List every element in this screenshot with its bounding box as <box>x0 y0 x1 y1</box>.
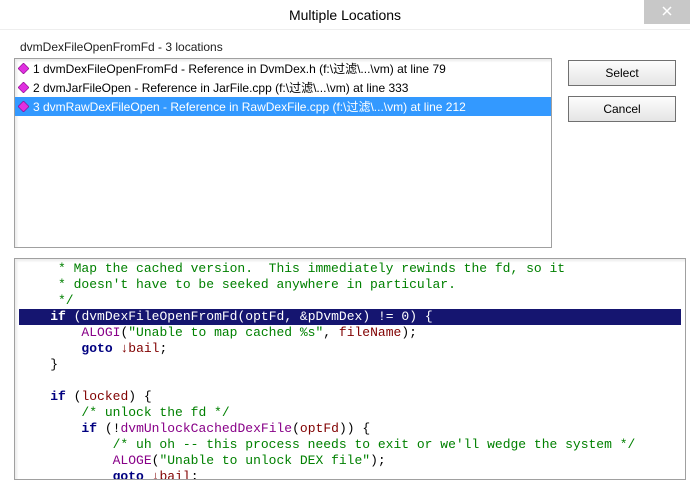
button-column: Select Cancel <box>568 58 676 248</box>
cancel-button[interactable]: Cancel <box>568 96 676 122</box>
upper-panel: dvmDexFileOpenFromFd - 3 locations 1 dvm… <box>0 30 690 256</box>
window-title: Multiple Locations <box>0 7 690 23</box>
locations-listbox[interactable]: 1 dvmDexFileOpenFromFd - Reference in Dv… <box>14 58 552 248</box>
locations-subtitle: dvmDexFileOpenFromFd - 3 locations <box>14 40 676 54</box>
list-item-label: 3 dvmRawDexFileOpen - Reference in RawDe… <box>33 98 466 115</box>
list-item[interactable]: 2 dvmJarFileOpen - Reference in JarFile.… <box>15 78 551 97</box>
list-item[interactable]: 3 dvmRawDexFileOpen - Reference in RawDe… <box>15 97 551 116</box>
select-button[interactable]: Select <box>568 60 676 86</box>
list-item[interactable]: 1 dvmDexFileOpenFromFd - Reference in Dv… <box>15 59 551 78</box>
code-preview[interactable]: * Map the cached version. This immediate… <box>14 258 686 480</box>
list-item-label: 2 dvmJarFileOpen - Reference in JarFile.… <box>33 79 408 96</box>
list-item-label: 1 dvmDexFileOpenFromFd - Reference in Dv… <box>33 60 446 77</box>
diamond-icon <box>17 82 29 94</box>
titlebar: Multiple Locations <box>0 0 690 30</box>
close-button[interactable] <box>644 0 690 24</box>
diamond-icon <box>17 63 29 75</box>
diamond-icon <box>17 101 29 113</box>
code-content: * Map the cached version. This immediate… <box>15 259 685 480</box>
close-icon <box>662 5 672 19</box>
